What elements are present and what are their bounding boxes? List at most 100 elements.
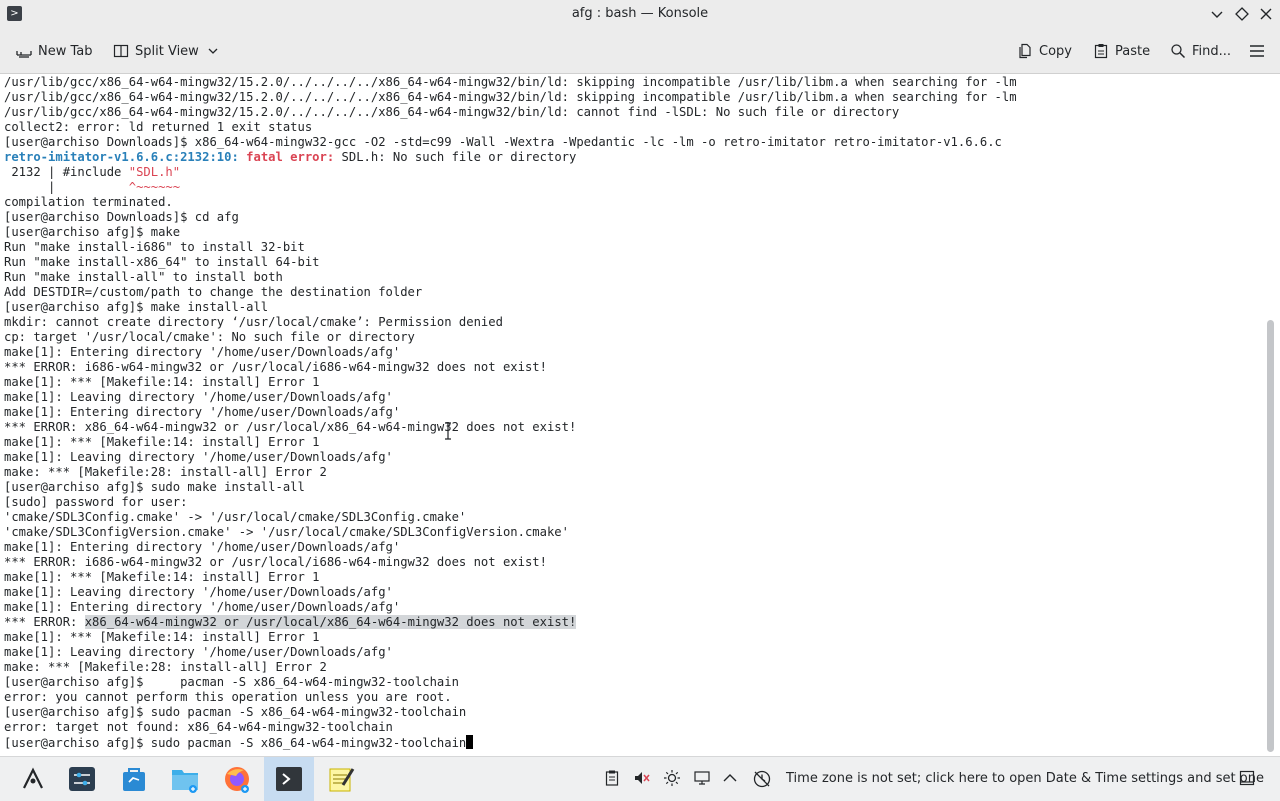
taskbar-discover[interactable] xyxy=(109,757,159,801)
terminal-text: 'cmake/SDL3ConfigVersion.cmake' -> '/usr… xyxy=(4,525,569,539)
new-tab-label: New Tab xyxy=(38,43,93,59)
terminal-line: /usr/lib/gcc/x86_64-w64-mingw32/15.2.0/.… xyxy=(4,105,1017,120)
taskbar-kate[interactable] xyxy=(316,757,366,801)
terminal-line: make[1]: Entering directory '/home/user/… xyxy=(4,405,1017,420)
new-tab-button[interactable]: New Tab xyxy=(16,38,93,64)
taskbar-system-settings[interactable] xyxy=(57,757,107,801)
clock-icon[interactable] xyxy=(752,769,771,788)
terminal-line: [user@archiso afg]$ sudo make install-al… xyxy=(4,480,1017,495)
terminal-text: /usr/lib/gcc/x86_64-w64-mingw32/15.2.0/.… xyxy=(4,105,900,119)
terminal-text: /usr/lib/gcc/x86_64-w64-mingw32/15.2.0/.… xyxy=(4,90,1017,104)
maximize-icon[interactable] xyxy=(1233,5,1251,23)
terminal-line: 'cmake/SDL3Config.cmake' -> '/usr/local/… xyxy=(4,510,1017,525)
terminal-text: *** ERROR: xyxy=(4,615,85,629)
terminal-line: *** ERROR: x86_64-w64-mingw32 or /usr/lo… xyxy=(4,420,1017,435)
split-view-label: Split View xyxy=(135,43,199,59)
terminal-line: /usr/lib/gcc/x86_64-w64-mingw32/15.2.0/.… xyxy=(4,90,1017,105)
minimize-icon[interactable] xyxy=(1208,5,1226,23)
terminal-line: compilation terminated. xyxy=(4,195,1017,210)
terminal-line: 'cmake/SDL3ConfigVersion.cmake' -> '/usr… xyxy=(4,525,1017,540)
terminal-text: "SDL.h" xyxy=(128,165,181,179)
terminal-line: error: you cannot perform this operation… xyxy=(4,690,1017,705)
konsole-icon xyxy=(276,767,302,791)
close-icon[interactable] xyxy=(1257,5,1275,23)
scrollbar-thumb[interactable] xyxy=(1267,320,1274,752)
terminal-text: make[1]: Entering directory '/home/user/… xyxy=(4,405,401,419)
taskbar-firefox[interactable] xyxy=(212,757,262,801)
terminal-text: Run "make install-all" to install both xyxy=(4,270,283,284)
terminal-text: error: you cannot perform this operation… xyxy=(4,690,452,704)
title-bar[interactable]: > afg : bash — Konsole xyxy=(0,0,1280,29)
copy-label: Copy xyxy=(1039,43,1072,59)
terminal-output: /usr/lib/gcc/x86_64-w64-mingw32/15.2.0/.… xyxy=(4,75,1017,750)
terminal-line: collect2: error: ld returned 1 exit stat… xyxy=(4,120,1017,135)
terminal-view[interactable]: /usr/lib/gcc/x86_64-w64-mingw32/15.2.0/.… xyxy=(0,74,1264,756)
terminal-text: [user@archiso afg]$ sudo pacman -S x86_6… xyxy=(4,736,467,750)
terminal-text: Run "make install-x86_64" to install 64-… xyxy=(4,255,320,269)
hamburger-menu-icon xyxy=(1249,43,1265,59)
show-desktop-icon[interactable] xyxy=(1238,769,1256,787)
paste-icon xyxy=(1093,43,1109,59)
volume-muted-icon[interactable] xyxy=(633,769,651,787)
window-title: afg : bash — Konsole xyxy=(571,6,709,21)
terminal-line: make[1]: Leaving directory '/home/user/D… xyxy=(4,585,1017,600)
terminal-text: Add DESTDIR=/custom/path to change the d… xyxy=(4,285,423,299)
split-view-icon xyxy=(113,43,129,59)
folder-icon xyxy=(172,770,198,793)
display-configuration-icon[interactable] xyxy=(693,769,711,787)
taskbar: Time zone is not set; click here to open… xyxy=(0,756,1280,801)
terminal-line: [user@archiso Downloads]$ cd afg xyxy=(4,210,1017,225)
terminal-text: cp: target '/usr/local/cmake': No such f… xyxy=(4,330,415,344)
terminal-text: fatal error: xyxy=(246,150,342,164)
taskbar-dolphin[interactable] xyxy=(160,757,210,801)
terminal-line: 2132 | #include "SDL.h" xyxy=(4,165,1017,180)
terminal-text: compilation terminated. xyxy=(4,195,173,209)
hamburger-menu-button[interactable] xyxy=(1249,38,1265,64)
copy-button[interactable]: Copy xyxy=(1017,38,1072,64)
terminal-text: | xyxy=(4,180,129,194)
terminal-line: Run "make install-i686" to install 32-bi… xyxy=(4,240,1017,255)
terminal-line: make[1]: *** [Makefile:14: install] Erro… xyxy=(4,435,1017,450)
firefox-icon xyxy=(225,767,249,793)
terminal-line: [user@archiso Downloads]$ x86_64-w64-min… xyxy=(4,135,1017,150)
paste-button[interactable]: Paste xyxy=(1093,38,1150,64)
terminal-line: make[1]: Entering directory '/home/user/… xyxy=(4,345,1017,360)
terminal-text: collect2: error: ld returned 1 exit stat… xyxy=(4,120,313,134)
terminal-text: make[1]: Leaving directory '/home/user/D… xyxy=(4,390,393,404)
terminal-text: Run "make install-i686" to install 32-bi… xyxy=(4,240,305,254)
show-hidden-icons-chevron-icon[interactable] xyxy=(721,769,739,787)
copy-icon xyxy=(1017,43,1033,59)
terminal-line: make[1]: Leaving directory '/home/user/D… xyxy=(4,645,1017,660)
terminal-text: x86_64-w64-mingw32 or /usr/local/x86_64-… xyxy=(84,615,577,629)
split-view-button[interactable]: Split View xyxy=(113,38,221,64)
app-launcher-icon xyxy=(23,767,43,789)
terminal-text: SDL.h: No such file or directory xyxy=(341,150,577,164)
brightness-icon[interactable] xyxy=(663,769,681,787)
terminal-text: make[1]: *** [Makefile:14: install] Erro… xyxy=(4,375,320,389)
clipboard-icon[interactable] xyxy=(603,769,621,787)
terminal-line: make[1]: Leaving directory '/home/user/D… xyxy=(4,450,1017,465)
text-cursor-icon xyxy=(444,422,452,440)
chevron-down-icon[interactable] xyxy=(205,43,221,59)
terminal-line: [user@archiso afg]$ pacman -S x86_64-w64… xyxy=(4,675,1017,690)
terminal-text: make: *** [Makefile:28: install-all] Err… xyxy=(4,465,327,479)
terminal-text: [user@archiso afg]$ pacman -S x86_64-w64… xyxy=(4,675,459,689)
terminal-text: make[1]: Entering directory '/home/user/… xyxy=(4,345,401,359)
application-launcher[interactable] xyxy=(8,757,58,801)
terminal-line: [user@archiso afg]$ sudo pacman -S x86_6… xyxy=(4,735,1017,750)
terminal-text: mkdir: cannot create directory ‘/usr/loc… xyxy=(4,315,503,329)
discover-store-icon xyxy=(123,768,145,791)
terminal-text: [user@archiso Downloads]$ cd afg xyxy=(4,210,239,224)
terminal-text: [sudo] password for user: xyxy=(4,495,188,509)
terminal-text: *** ERROR: i686-w64-mingw32 or /usr/loca… xyxy=(4,360,547,374)
taskbar-konsole[interactable] xyxy=(264,757,314,801)
paste-label: Paste xyxy=(1115,43,1151,59)
terminal-line: *** ERROR: i686-w64-mingw32 or /usr/loca… xyxy=(4,555,1017,570)
terminal-text: *** ERROR: i686-w64-mingw32 or /usr/loca… xyxy=(4,555,547,569)
find-button[interactable]: Find... xyxy=(1170,38,1231,64)
terminal-text: make[1]: Entering directory '/home/user/… xyxy=(4,600,401,614)
terminal-text: 'cmake/SDL3Config.cmake' -> '/usr/local/… xyxy=(4,510,467,524)
terminal-text: make[1]: Leaving directory '/home/user/D… xyxy=(4,645,393,659)
new-tab-icon xyxy=(16,43,32,59)
timezone-notice[interactable]: Time zone is not set; click here to open… xyxy=(786,771,1264,786)
